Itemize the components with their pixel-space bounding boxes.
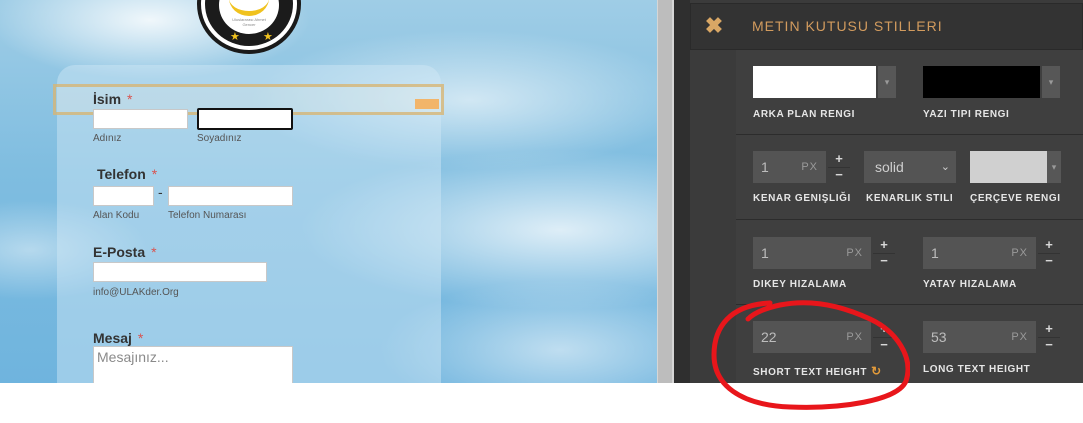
last-name-input[interactable] <box>197 108 293 130</box>
background-color-label: ARKA PLAN RENGI <box>753 109 855 120</box>
chevron-down-icon: ⌄ <box>940 161 950 173</box>
increment-icon[interactable]: + <box>1038 237 1060 254</box>
horizontal-align-input[interactable]: 1 PX <box>923 237 1036 269</box>
chevron-down-icon[interactable]: ▾ <box>878 66 896 98</box>
annotation-circle <box>711 300 910 410</box>
first-name-input[interactable] <box>93 109 188 129</box>
increment-icon[interactable]: + <box>1038 321 1060 338</box>
horizontal-align-label: YATAY HIZALAMA <box>923 279 1017 290</box>
decrement-icon[interactable]: − <box>1038 337 1060 353</box>
panel-title: METIN KUTUSU STILLERI <box>752 18 943 34</box>
frame-color-label: ÇERÇEVE RENGI <box>970 193 1061 204</box>
phone-number-sublabel: Telefon Numarası <box>168 210 247 221</box>
chevron-down-icon[interactable]: ▾ <box>1042 66 1060 98</box>
section-divider <box>736 219 1083 220</box>
area-code-sublabel: Alan Kodu <box>93 210 140 221</box>
long-text-height-label: LONG TEXT HEIGHT <box>923 364 1031 375</box>
first-name-sublabel: Adınız <box>93 133 122 144</box>
long-text-height-input[interactable]: 53 PX <box>923 321 1036 353</box>
email-sublabel: info@ULAKder.Org <box>93 287 179 298</box>
background-color-swatch[interactable] <box>753 66 876 98</box>
required-mark: * <box>137 330 144 346</box>
decrement-icon[interactable]: − <box>1038 253 1060 269</box>
phone-number-input[interactable] <box>168 186 293 206</box>
font-color-swatch[interactable] <box>923 66 1040 98</box>
message-textarea[interactable]: Mesajınız... <box>93 346 293 383</box>
increment-icon[interactable]: + <box>828 151 850 168</box>
phone-dash: - <box>158 184 163 200</box>
organization-logo: Uluslararası Ahmet Gencer ★ ★ <box>197 0 301 54</box>
increment-icon[interactable]: + <box>873 237 895 254</box>
required-mark: * <box>127 91 133 107</box>
email-label: E-Posta * <box>93 244 157 260</box>
required-mark: * <box>151 244 157 260</box>
close-icon[interactable]: ✖ <box>704 14 724 38</box>
border-width-input[interactable]: 1 PX <box>753 151 826 183</box>
message-label: Mesaj * <box>93 330 144 346</box>
email-input[interactable] <box>93 262 267 282</box>
long-text-height-stepper[interactable]: + − <box>1038 321 1060 353</box>
last-name-sublabel: Soyadınız <box>197 133 242 144</box>
preview-scrollbar[interactable] <box>657 0 674 383</box>
vertical-align-label: DIKEY HIZALAMA <box>753 279 847 290</box>
field-drag-handle[interactable] <box>415 99 439 109</box>
font-color-label: YAZI TIPI RENGI <box>923 109 1010 120</box>
section-divider <box>736 134 1083 135</box>
vertical-align-stepper[interactable]: + − <box>873 237 895 269</box>
decrement-icon[interactable]: − <box>828 167 850 183</box>
vertical-align-input[interactable]: 1 PX <box>753 237 871 269</box>
chevron-down-icon[interactable]: ▾ <box>1047 151 1061 183</box>
scrollbar-thumb[interactable] <box>658 0 672 383</box>
name-label: İsim * <box>93 91 133 107</box>
phone-label: Telefon * <box>97 166 158 182</box>
decrement-icon[interactable]: − <box>873 253 895 269</box>
border-style-select[interactable]: solid ⌄ <box>864 151 956 183</box>
border-width-stepper[interactable]: + − <box>828 151 850 183</box>
border-style-label: KENARLIK STILI <box>866 193 954 204</box>
required-mark: * <box>151 166 158 182</box>
area-code-input[interactable] <box>93 186 154 206</box>
form-preview: Uluslararası Ahmet Gencer ★ ★ İsim * Adın… <box>0 0 657 383</box>
horizontal-align-stepper[interactable]: + − <box>1038 237 1060 269</box>
border-width-label: KENAR GENIŞLIĞI <box>753 193 851 204</box>
frame-color-swatch[interactable] <box>970 151 1047 183</box>
panel-side-strip <box>674 0 690 383</box>
